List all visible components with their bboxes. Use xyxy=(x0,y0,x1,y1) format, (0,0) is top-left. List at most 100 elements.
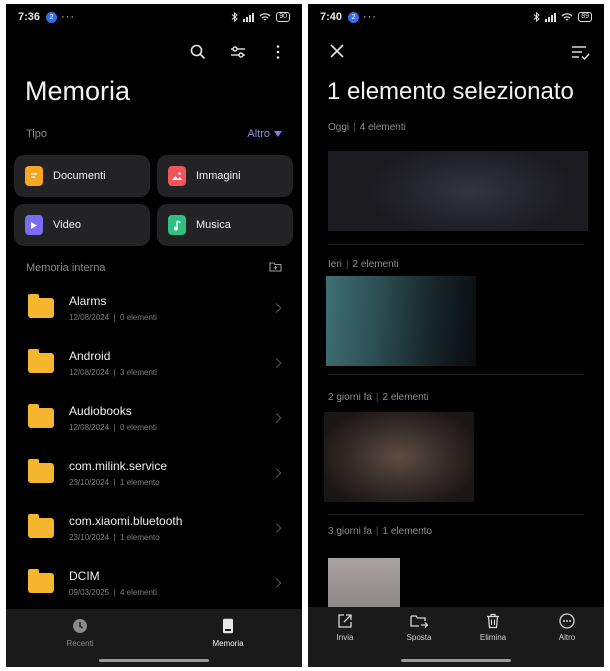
folder-count: 3 elementi xyxy=(120,368,157,377)
group-count: 1 elemento xyxy=(382,526,433,537)
folder-date: 12/08/2024 xyxy=(69,368,110,377)
share-icon xyxy=(338,614,352,628)
folder-row[interactable]: DCIM 09/03/2025 | 4 elementi xyxy=(6,556,302,610)
folder-meta: 23/10/2024 | 1 elemento xyxy=(69,478,160,487)
group-date: 3 giorni fa xyxy=(328,526,372,537)
date-group-header: 3 giorni fa | 1 elemento xyxy=(328,526,433,537)
folder-name: com.milink.service xyxy=(69,459,168,473)
selection-screen: 7:40 2 ··· 89 1 elemento selezionato Ogg… xyxy=(308,4,604,667)
move-icon xyxy=(410,615,428,628)
category-images[interactable]: Immagini xyxy=(157,155,293,197)
status-time: 7:36 xyxy=(18,11,41,23)
selection-action-bar: Invia Sposta Elimina Altro xyxy=(308,607,604,667)
folder-icon xyxy=(28,294,54,318)
folder-meta: 09/03/2025 | 4 elementi xyxy=(69,588,157,597)
media-thumbnail[interactable] xyxy=(324,412,474,502)
chevron-right-icon xyxy=(271,303,282,313)
category-label: Immagini xyxy=(196,170,241,182)
folder-icon xyxy=(28,459,54,483)
folder-date: 12/08/2024 xyxy=(69,423,110,432)
folder-name: Audiobooks xyxy=(69,404,132,418)
home-indicator[interactable] xyxy=(99,659,209,662)
category-label: Video xyxy=(53,219,81,231)
media-thumbnail[interactable] xyxy=(328,151,588,231)
type-section-label: Tipo xyxy=(26,128,47,140)
page-title: Memoria xyxy=(25,76,131,106)
action-label: Invia xyxy=(336,633,354,642)
wifi-icon xyxy=(561,12,573,21)
category-label: Musica xyxy=(196,219,231,231)
category-label: Documenti xyxy=(53,170,106,182)
folder-name: com.xiaomi.bluetooth xyxy=(69,514,183,528)
media-thumbnail[interactable] xyxy=(328,558,400,610)
top-toolbar xyxy=(188,42,288,62)
group-count: 4 elementi xyxy=(359,122,406,133)
chevron-right-icon xyxy=(271,413,282,423)
folder-name: Android xyxy=(69,349,111,363)
chevron-right-icon xyxy=(271,578,282,588)
folder-name: Alarms xyxy=(69,294,107,308)
storage-section-header: Memoria interna xyxy=(26,261,282,275)
folder-row[interactable]: com.xiaomi.bluetooth 23/10/2024 | 1 elem… xyxy=(6,501,302,555)
folder-count: 0 elementi xyxy=(120,313,157,322)
home-indicator[interactable] xyxy=(401,659,511,662)
close-icon[interactable] xyxy=(328,42,346,60)
type-section-header: Tipo Altro xyxy=(26,128,282,140)
type-more-label: Altro xyxy=(247,128,270,140)
signal-icon xyxy=(243,12,255,22)
notification-badge-icon: 2 xyxy=(348,11,360,23)
clock-icon xyxy=(73,619,87,633)
document-icon xyxy=(25,166,43,186)
more-button[interactable]: Altro xyxy=(530,607,604,667)
status-bar: 7:36 2 ··· 90 xyxy=(6,4,302,30)
delete-button[interactable]: Elimina xyxy=(456,607,530,667)
new-folder-icon[interactable] xyxy=(269,261,282,275)
group-date: Oggi xyxy=(328,122,350,133)
folder-icon xyxy=(28,514,54,538)
select-all-icon[interactable] xyxy=(570,42,590,62)
folder-row[interactable]: Alarms 12/08/2024 | 0 elementi xyxy=(6,281,302,335)
search-icon[interactable] xyxy=(188,42,208,62)
group-count: 2 elementi xyxy=(352,259,399,270)
phone-storage-icon xyxy=(223,618,233,634)
folder-count: 0 elementi xyxy=(120,423,157,432)
folder-row[interactable]: com.milink.service 23/10/2024 | 1 elemen… xyxy=(6,446,302,500)
bluetooth-icon xyxy=(231,12,238,22)
folder-count: 1 elemento xyxy=(120,533,160,542)
action-label: Elimina xyxy=(479,633,507,642)
send-button[interactable]: Invia xyxy=(308,607,382,667)
file-manager-storage-screen: 7:36 2 ··· 90 Memoria Tipo Altro Documen… xyxy=(6,4,302,667)
folder-row[interactable]: Android 12/08/2024 | 3 elementi xyxy=(6,336,302,390)
signal-icon xyxy=(545,12,557,22)
folder-name: DCIM xyxy=(69,569,100,583)
folder-date: 23/10/2024 xyxy=(69,478,110,487)
category-music[interactable]: Musica xyxy=(157,204,293,246)
folder-row[interactable]: Audiobooks 12/08/2024 | 0 elementi xyxy=(6,391,302,445)
video-icon xyxy=(25,215,43,235)
more-notifications-icon: ··· xyxy=(61,11,76,23)
type-more-dropdown[interactable]: Altro xyxy=(247,128,282,140)
wifi-icon xyxy=(259,12,271,21)
status-bar: 7:40 2 ··· 89 xyxy=(308,4,604,30)
media-thumbnail[interactable] xyxy=(326,276,476,366)
folder-count: 4 elementi xyxy=(120,588,157,597)
more-options-icon[interactable] xyxy=(268,42,288,62)
chevron-right-icon xyxy=(271,523,282,533)
bluetooth-icon xyxy=(533,12,540,22)
date-group-header: Oggi | 4 elementi xyxy=(328,122,406,133)
folder-date: 23/10/2024 xyxy=(69,533,110,542)
chevron-right-icon xyxy=(271,358,282,368)
selection-title: 1 elemento selezionato xyxy=(327,78,574,105)
category-video[interactable]: Video xyxy=(14,204,150,246)
filter-settings-icon[interactable] xyxy=(228,42,248,62)
action-label: Sposta xyxy=(406,633,432,642)
move-button[interactable]: Sposta xyxy=(382,607,456,667)
folder-date: 12/08/2024 xyxy=(69,313,110,322)
divider xyxy=(328,244,584,245)
action-label: Altro xyxy=(558,633,576,642)
image-icon xyxy=(168,166,186,186)
category-documents[interactable]: Documenti xyxy=(14,155,150,197)
group-date: 2 giorni fa xyxy=(328,392,372,403)
more-icon xyxy=(559,613,575,629)
trash-icon xyxy=(487,613,499,629)
